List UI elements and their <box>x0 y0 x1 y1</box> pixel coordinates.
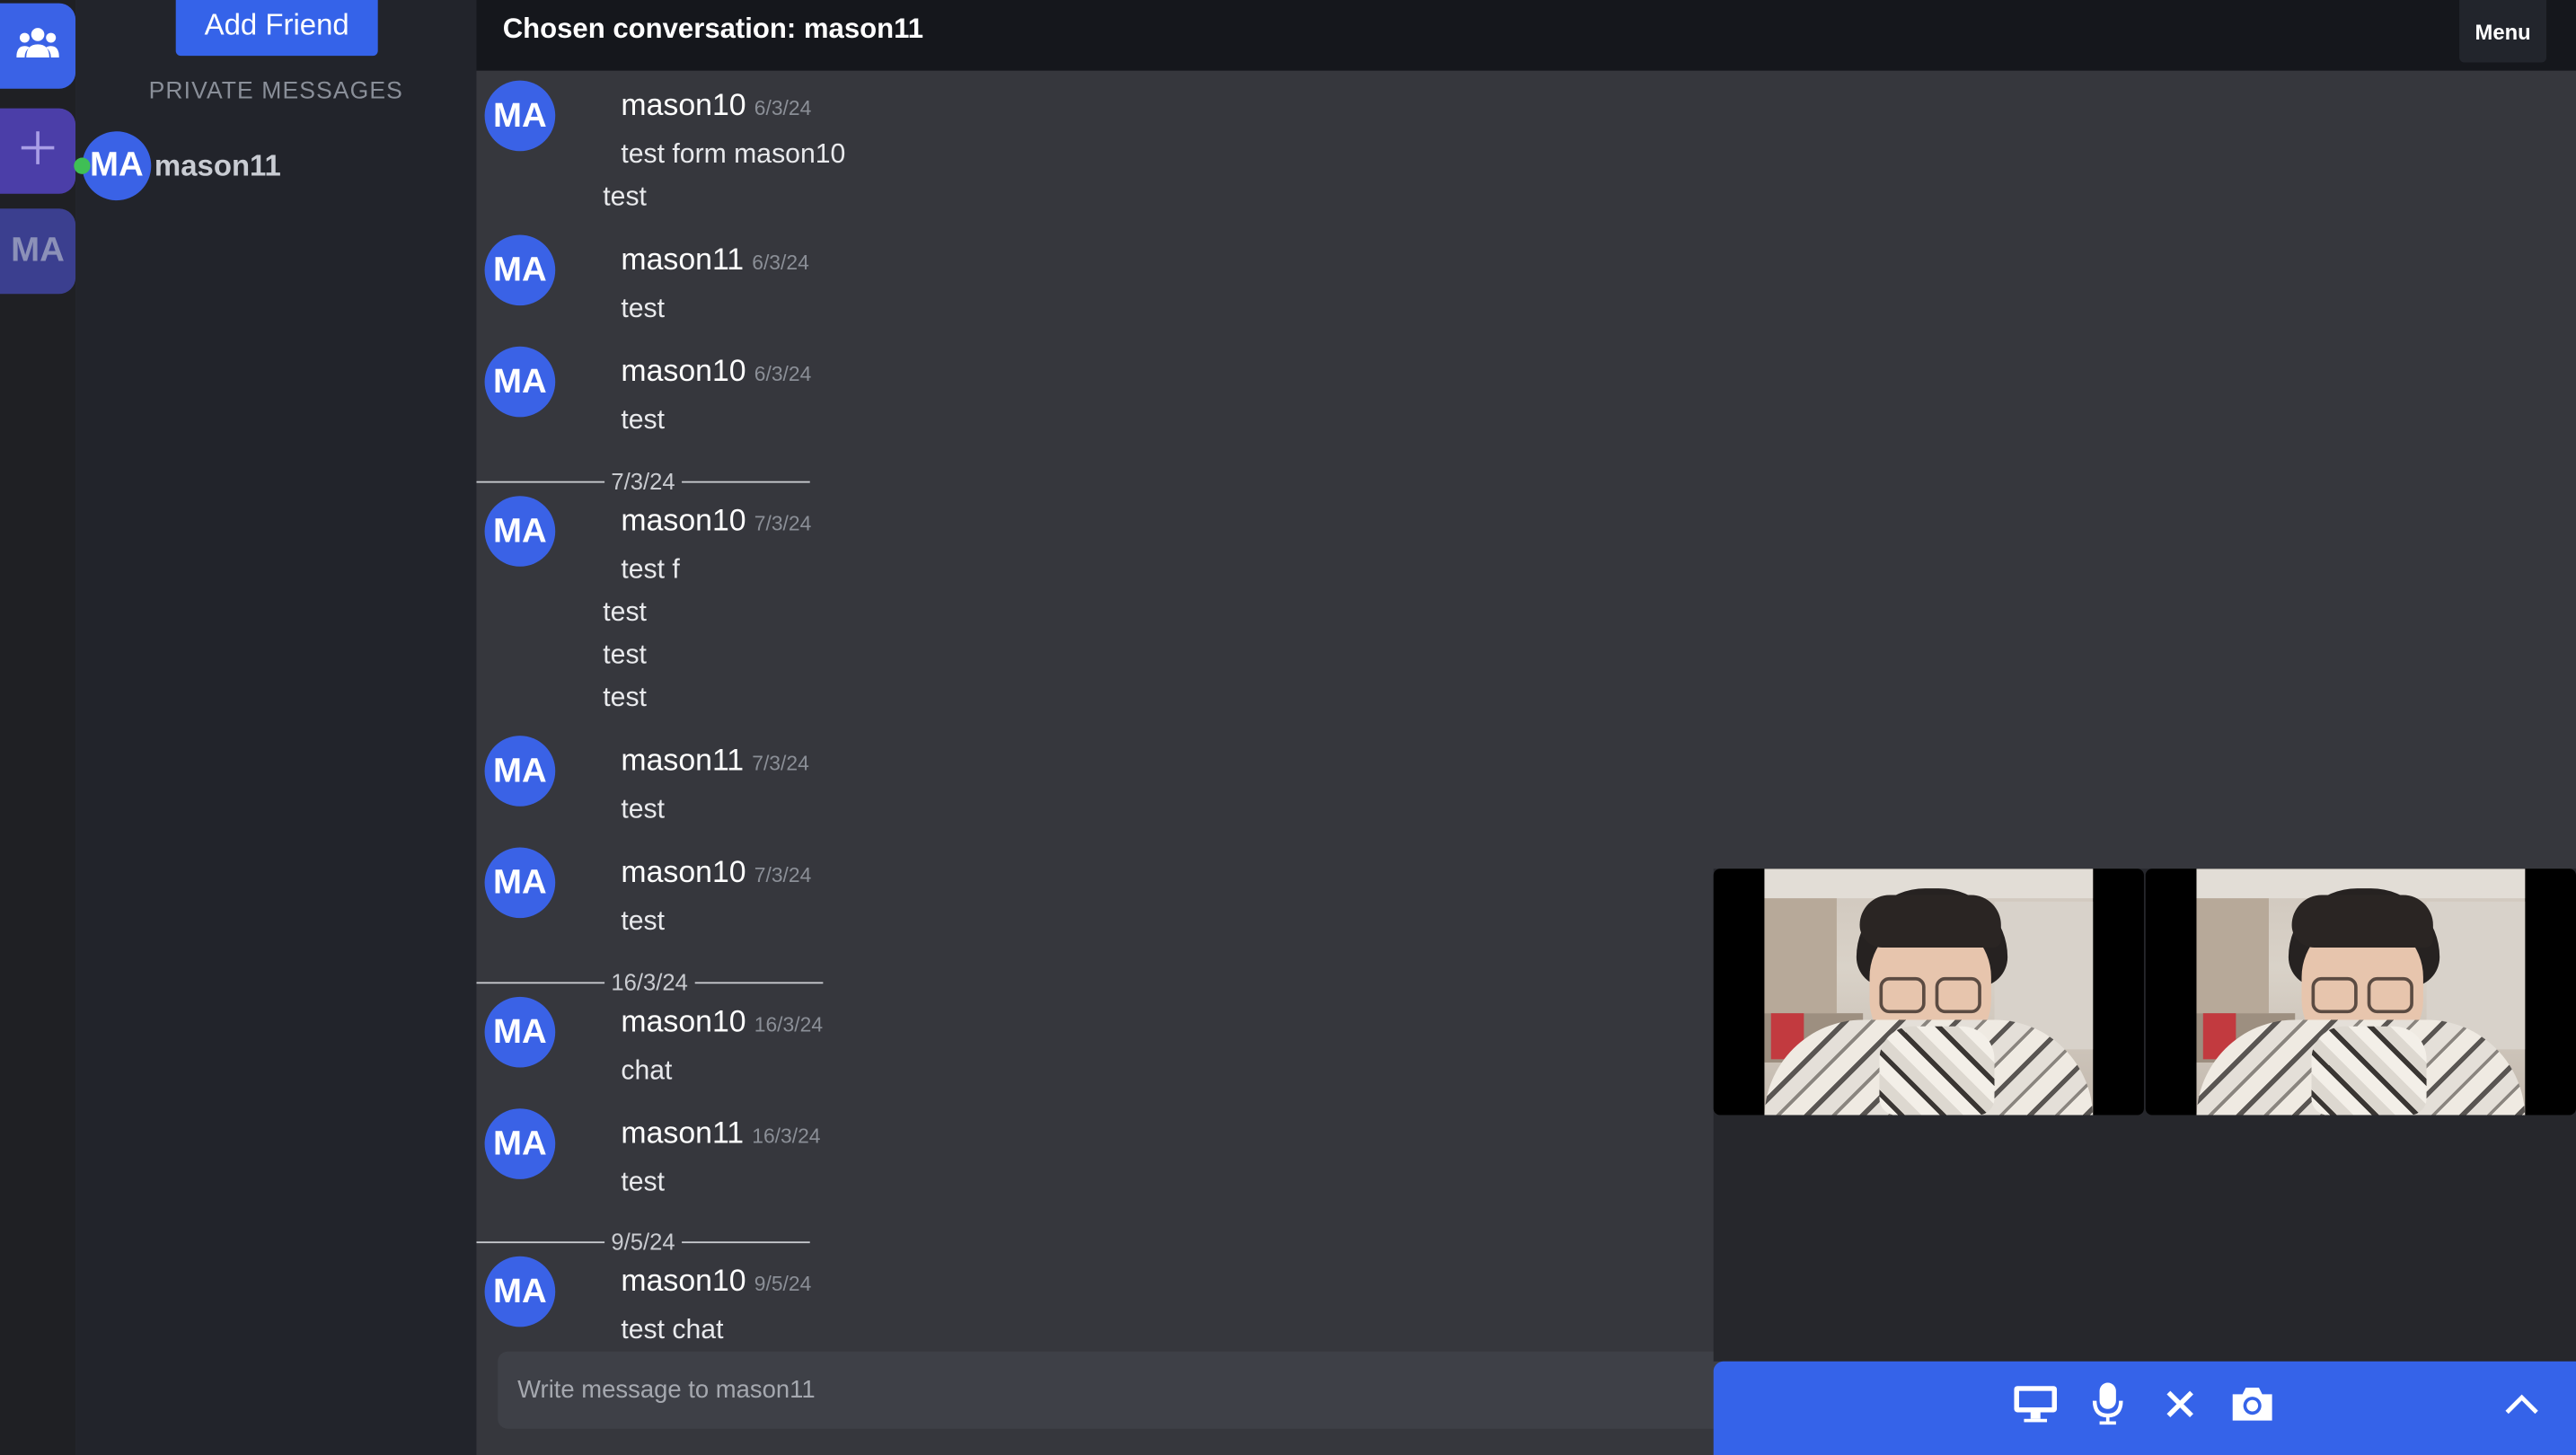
menu-button[interactable]: Menu <box>2459 0 2547 63</box>
call-panel <box>1713 869 2576 1362</box>
message-author[interactable]: mason10 7/3/24 <box>621 854 811 890</box>
avatar[interactable]: MA <box>484 736 556 807</box>
message-author[interactable]: mason10 6/3/24 <box>621 87 811 123</box>
date-divider: 7/3/24 <box>476 464 810 498</box>
message-list[interactable]: MA mason10 6/3/24 test form mason10 test MA ma… <box>476 71 1711 1349</box>
message-author[interactable]: mason10 6/3/24 <box>621 353 811 389</box>
message-timestamp: 6/3/24 <box>754 96 812 120</box>
divider-rule <box>681 1240 810 1243</box>
avatar[interactable]: MA <box>484 80 556 152</box>
end-call-button[interactable] <box>2156 1383 2205 1433</box>
message-author[interactable]: mason10 9/5/24 <box>621 1263 811 1299</box>
date-divider-label: 7/3/24 <box>611 468 675 495</box>
avatar[interactable]: MA <box>484 234 556 306</box>
message-timestamp: 7/3/24 <box>754 863 812 887</box>
webcam-feed <box>1764 869 2094 1116</box>
divider-rule <box>476 480 605 482</box>
sidebar: Add Friend PRIVATE MESSAGES MA mason11 <box>74 0 477 1455</box>
message-text: test <box>621 906 666 937</box>
date-divider-label: 16/3/24 <box>611 968 688 996</box>
online-status-dot <box>74 157 91 174</box>
avatar[interactable]: MA <box>484 496 556 567</box>
home-button[interactable] <box>0 3 76 89</box>
message-author[interactable]: mason10 7/3/24 <box>621 503 811 539</box>
camera-icon <box>2229 1383 2275 1431</box>
message-author[interactable]: mason11 6/3/24 <box>621 242 808 278</box>
message-timestamp: 6/3/24 <box>754 363 812 386</box>
author-name: mason10 <box>621 353 746 388</box>
author-name: mason11 <box>621 1115 745 1150</box>
avatar[interactable]: MA <box>484 1256 556 1327</box>
divider-rule <box>476 1240 605 1243</box>
message-text: test <box>621 794 666 824</box>
call-controls <box>1713 1361 2576 1455</box>
date-divider: 9/5/24 <box>476 1225 810 1258</box>
private-messages-heading: PRIVATE MESSAGES <box>148 78 403 106</box>
server-rail: MA <box>0 0 76 1455</box>
people-icon <box>16 24 59 68</box>
message-text: test <box>621 294 666 324</box>
microphone-icon <box>2091 1381 2124 1433</box>
message-timestamp: 7/3/24 <box>754 512 812 536</box>
author-name: mason10 <box>621 1003 746 1038</box>
date-divider-label: 9/5/24 <box>611 1228 675 1255</box>
sidebar-item-mason11[interactable]: MA mason11 <box>74 129 281 201</box>
message-timestamp: 6/3/24 <box>752 251 809 275</box>
author-name: mason10 <box>621 502 746 537</box>
message-author[interactable]: mason11 16/3/24 <box>621 1116 820 1151</box>
author-name: mason10 <box>621 86 746 122</box>
screen-share-button[interactable] <box>2011 1383 2060 1433</box>
author-name: mason11 <box>621 742 745 777</box>
message-input[interactable] <box>498 1351 1747 1429</box>
chevron-up-icon <box>2504 1392 2540 1424</box>
message-text: test <box>603 181 647 212</box>
avatar[interactable]: MA <box>484 1108 556 1179</box>
avatar[interactable]: MA <box>484 996 556 1068</box>
message-text: test <box>621 405 666 436</box>
screen-share-icon <box>2013 1383 2059 1431</box>
avatar[interactable]: MA <box>484 847 556 919</box>
message-text: test <box>603 597 647 628</box>
page-title: Chosen conversation: mason11 <box>502 13 924 45</box>
author-name: mason10 <box>621 1263 746 1298</box>
avatar-initials: MA <box>89 146 144 184</box>
date-divider: 16/3/24 <box>476 966 823 999</box>
plus-icon <box>18 128 57 175</box>
message-timestamp: 7/3/24 <box>752 752 809 776</box>
microphone-button[interactable] <box>2083 1381 2132 1433</box>
close-icon <box>2164 1387 2197 1428</box>
message-text: chat <box>621 1055 673 1086</box>
local-video[interactable] <box>1713 869 2144 1116</box>
message-timestamp: 16/3/24 <box>752 1124 821 1149</box>
author-name: mason10 <box>621 853 746 889</box>
camera-button[interactable] <box>2228 1383 2277 1433</box>
avatar: MA <box>74 131 152 201</box>
server-ma-button[interactable]: MA <box>0 208 76 295</box>
message-author[interactable]: mason11 7/3/24 <box>621 742 808 778</box>
message-text: test f <box>621 555 680 585</box>
remote-video[interactable] <box>2145 869 2576 1116</box>
webcam-feed <box>2196 869 2526 1116</box>
message-author[interactable]: mason10 16/3/24 <box>621 1003 823 1039</box>
avatar[interactable]: MA <box>484 346 556 418</box>
add-friend-button[interactable]: Add Friend <box>175 0 378 57</box>
conversation-header: Chosen conversation: mason11 Menu <box>476 0 2576 71</box>
message-timestamp: 16/3/24 <box>754 1013 824 1036</box>
message-text: test form mason10 <box>621 139 846 170</box>
message-text: test <box>621 1168 666 1197</box>
message-timestamp: 9/5/24 <box>754 1273 812 1296</box>
add-server-button[interactable] <box>0 108 76 194</box>
message-text: test chat <box>621 1315 724 1345</box>
author-name: mason11 <box>621 241 745 277</box>
server-initials: MA <box>11 231 65 269</box>
message-text: test <box>603 683 647 713</box>
app-window: MA Add Friend PRIVATE MESSAGES MA mason1… <box>0 0 2576 1455</box>
divider-rule <box>476 981 605 983</box>
friend-name: mason11 <box>154 148 281 182</box>
message-text: test <box>603 640 647 671</box>
divider-rule <box>694 981 823 983</box>
expand-button[interactable] <box>2497 1383 2546 1433</box>
divider-rule <box>681 480 810 482</box>
